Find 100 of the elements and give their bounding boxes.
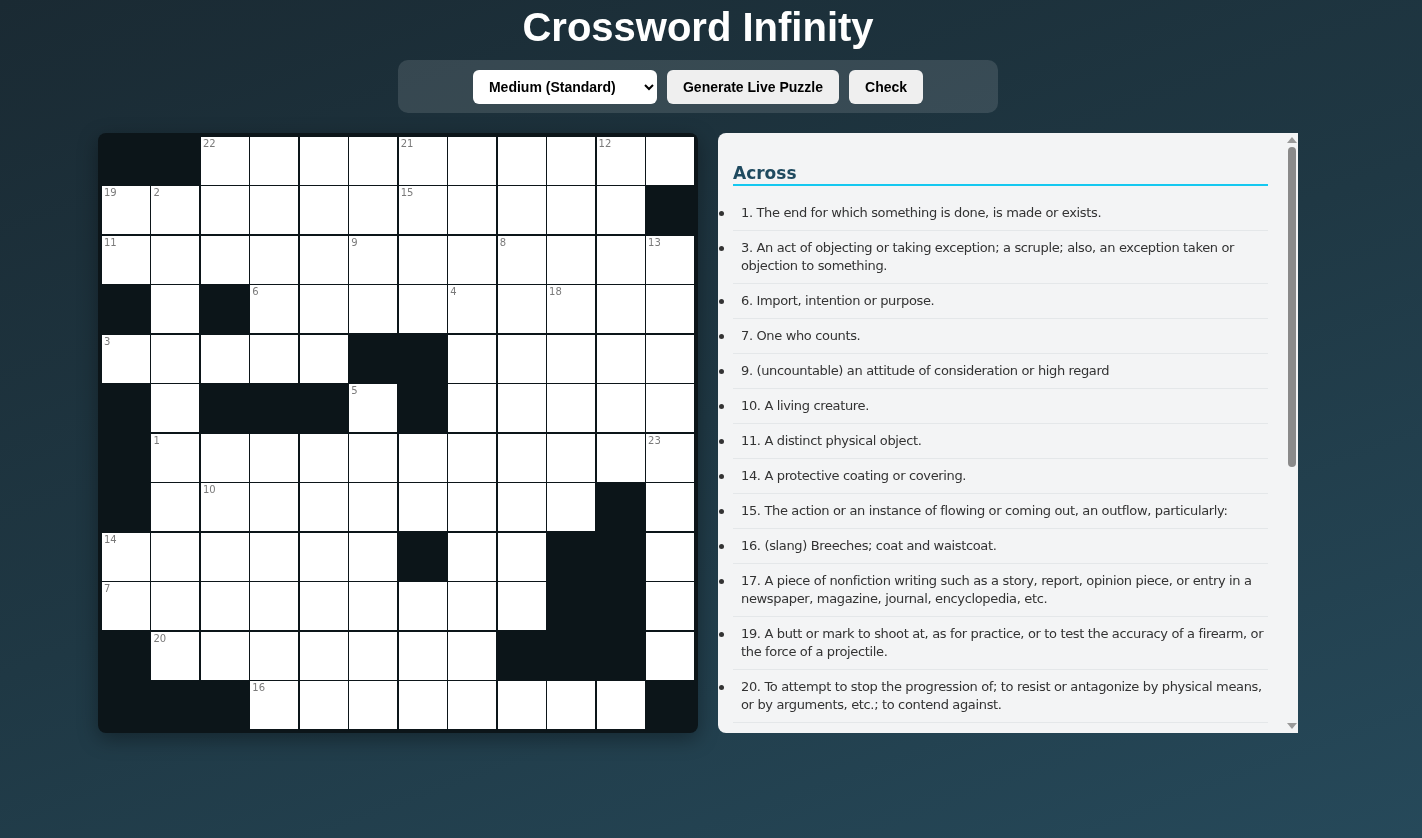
grid-cell[interactable] [250, 433, 299, 482]
grid-cell[interactable] [250, 334, 299, 383]
grid-cell[interactable]: 6 [250, 285, 299, 334]
grid-cell[interactable] [497, 532, 546, 581]
grid-cell[interactable] [547, 334, 596, 383]
grid-cell[interactable]: 5 [349, 384, 398, 433]
clue-text[interactable]: 6. Import, intention or purpose. [741, 292, 1268, 310]
grid-cell[interactable] [497, 433, 546, 482]
grid-cell[interactable] [596, 285, 645, 334]
grid-cell[interactable] [596, 433, 645, 482]
grid-cell[interactable]: 14 [102, 532, 150, 581]
grid-cell[interactable] [646, 384, 694, 433]
grid-cell[interactable]: 11 [102, 235, 150, 284]
grid-cell[interactable] [250, 532, 299, 581]
grid-cell[interactable] [349, 483, 398, 532]
grid-cell[interactable] [299, 186, 348, 235]
clue-text[interactable]: 11. A distinct physical object. [741, 432, 1268, 450]
grid-cell[interactable]: 19 [102, 186, 150, 235]
clue-text[interactable]: 14. A protective coating or covering. [741, 467, 1268, 485]
grid-cell[interactable] [596, 334, 645, 383]
grid-cell[interactable] [151, 285, 200, 334]
grid-cell[interactable] [646, 334, 694, 383]
grid-cell[interactable]: 8 [497, 235, 546, 284]
grid-cell[interactable] [547, 433, 596, 482]
grid-cell[interactable] [497, 582, 546, 631]
grid-cell[interactable]: 22 [200, 137, 249, 185]
grid-cell[interactable] [200, 235, 249, 284]
grid-cell[interactable] [448, 582, 497, 631]
grid-cell[interactable]: 4 [448, 285, 497, 334]
grid-cell[interactable] [448, 186, 497, 235]
grid-cell[interactable] [646, 137, 694, 185]
grid-cell[interactable] [448, 384, 497, 433]
grid-cell[interactable] [547, 681, 596, 729]
grid-cell[interactable] [151, 334, 200, 383]
clue-text[interactable]: 17. A piece of nonfiction writing such as a story, report, opinion piece, or entry in a newspaper, magazine, journal, encyclopedia, etc. [741, 572, 1268, 608]
grid-cell[interactable] [250, 582, 299, 631]
clue-text[interactable]: 10. A living creature. [741, 397, 1268, 415]
grid-cell[interactable] [250, 483, 299, 532]
grid-cell[interactable] [497, 483, 546, 532]
grid-cell[interactable] [151, 483, 200, 532]
grid-cell[interactable] [596, 186, 645, 235]
grid-cell[interactable] [200, 582, 249, 631]
grid-cell[interactable] [547, 137, 596, 185]
grid-cell[interactable] [646, 582, 694, 631]
clue-text[interactable]: 19. A butt or mark to shoot at, as for practice, or to test the accuracy of a firearm, or the force of a projectile. [741, 625, 1268, 661]
grid-cell[interactable]: 21 [398, 137, 447, 185]
grid-cell[interactable] [547, 483, 596, 532]
grid-cell[interactable] [299, 433, 348, 482]
grid-cell[interactable] [497, 137, 546, 185]
grid-cell[interactable]: 3 [102, 334, 150, 383]
clue-text[interactable]: 1. The end for which something is done, is made or exists. [741, 204, 1268, 222]
grid-cell[interactable] [398, 433, 447, 482]
grid-cell[interactable] [349, 186, 398, 235]
check-button[interactable]: Check [849, 69, 924, 104]
grid-cell[interactable] [299, 483, 348, 532]
grid-cell[interactable] [547, 235, 596, 284]
grid-cell[interactable] [299, 681, 348, 729]
grid-cell[interactable] [250, 137, 299, 185]
grid-cell[interactable] [448, 235, 497, 284]
grid-cell[interactable] [497, 186, 546, 235]
grid-cell[interactable] [398, 235, 447, 284]
grid-cell[interactable]: 13 [646, 235, 694, 284]
grid-cell[interactable] [646, 285, 694, 334]
grid-cell[interactable] [646, 483, 694, 532]
clue-text[interactable]: 15. The action or an instance of flowing or coming out, an outflow, particularly: [741, 502, 1268, 520]
grid-cell[interactable] [448, 532, 497, 581]
grid-cell[interactable] [200, 433, 249, 482]
grid-cell[interactable] [349, 137, 398, 185]
grid-cell[interactable] [151, 384, 200, 433]
grid-cell[interactable] [448, 681, 497, 729]
grid-cell[interactable] [299, 235, 348, 284]
grid-cell[interactable] [151, 582, 200, 631]
grid-cell[interactable] [398, 483, 447, 532]
grid-cell[interactable]: 18 [547, 285, 596, 334]
grid-cell[interactable] [398, 681, 447, 729]
grid-cell[interactable] [299, 631, 348, 680]
grid-cell[interactable]: 7 [102, 582, 150, 631]
clue-text[interactable]: 7. One who counts. [741, 327, 1268, 345]
grid-cell[interactable] [200, 186, 249, 235]
grid-cell[interactable]: 15 [398, 186, 447, 235]
grid-cell[interactable]: 10 [200, 483, 249, 532]
grid-cell[interactable]: 2 [151, 186, 200, 235]
grid-cell[interactable] [250, 186, 299, 235]
scroll-down-icon[interactable] [1286, 723, 1297, 729]
grid-cell[interactable] [448, 631, 497, 680]
grid-cell[interactable] [250, 631, 299, 680]
grid-cell[interactable] [349, 681, 398, 729]
grid-cell[interactable] [200, 334, 249, 383]
grid-cell[interactable] [200, 532, 249, 581]
grid-cell[interactable] [448, 137, 497, 185]
grid-cell[interactable] [497, 285, 546, 334]
grid-cell[interactable] [349, 631, 398, 680]
grid-cell[interactable] [596, 681, 645, 729]
grid-cell[interactable] [497, 334, 546, 383]
grid-cell[interactable] [299, 532, 348, 581]
grid-cell[interactable] [448, 433, 497, 482]
grid-cell[interactable]: 9 [349, 235, 398, 284]
grid-cell[interactable] [547, 384, 596, 433]
grid-cell[interactable] [151, 532, 200, 581]
grid-cell[interactable] [596, 235, 645, 284]
